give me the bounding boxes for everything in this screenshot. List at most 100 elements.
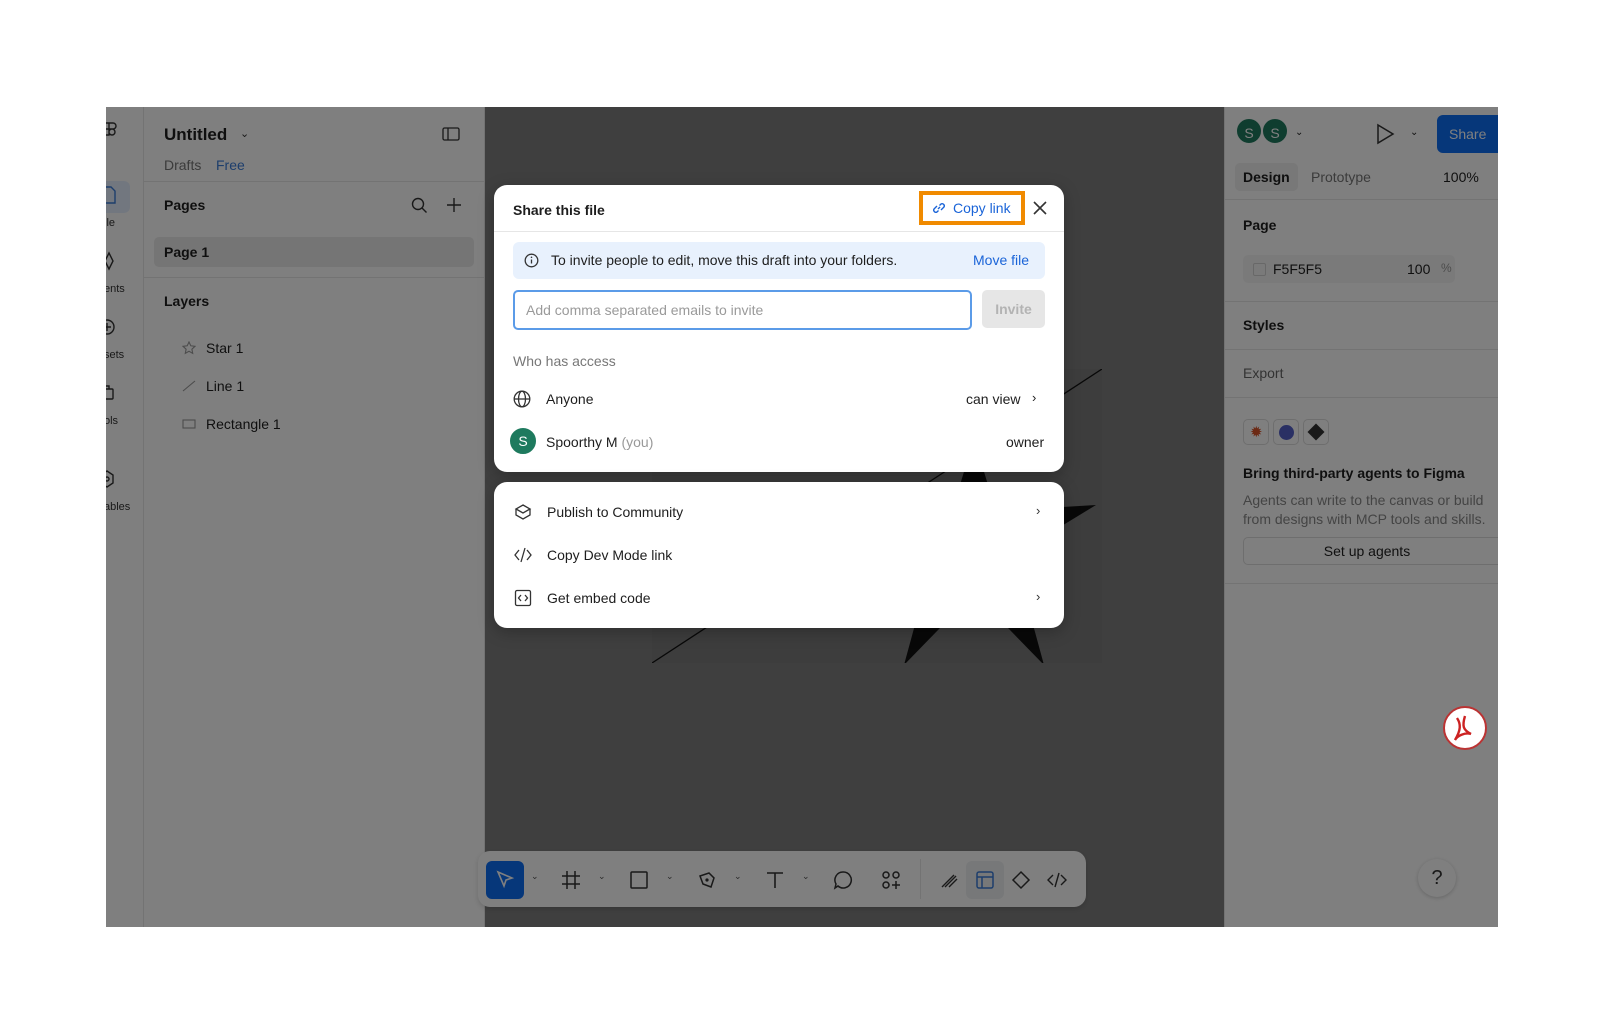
chevron-right-icon: › [1036, 589, 1041, 604]
search-icon[interactable] [411, 197, 428, 214]
components-icon [106, 251, 114, 271]
link-icon [933, 203, 945, 213]
chevron-right-icon: › [1036, 503, 1041, 518]
agent-logo-icon [1303, 419, 1329, 445]
opacity-unit: % [1441, 261, 1452, 275]
access-row-user: Spoorthy M (you) [546, 434, 653, 450]
color-swatch[interactable] [1253, 263, 1266, 276]
move-file-link[interactable]: Move file [973, 252, 1029, 268]
help-button[interactable]: ? [1418, 859, 1456, 897]
layer-item[interactable]: Line 1 [206, 378, 244, 394]
pages-title: Pages [164, 197, 206, 213]
close-icon[interactable] [1031, 199, 1049, 217]
square-icon [630, 871, 648, 889]
share-button[interactable]: Share [1437, 115, 1498, 153]
info-banner: To invite people to edit, move this draf… [513, 242, 1045, 279]
draw-mode[interactable] [930, 861, 968, 899]
avatar[interactable]: S [1261, 117, 1289, 145]
rail-label-file: ile [106, 217, 116, 229]
draw-icon [941, 874, 958, 888]
chevron-down-icon[interactable]: ⌄ [734, 871, 742, 882]
file-title[interactable]: Untitled [164, 125, 227, 145]
chevron-down-icon[interactable]: ⌄ [598, 871, 606, 882]
share-dialog: Share this file Copy link To invite peop… [494, 185, 1064, 472]
design-mode-icon [976, 871, 994, 889]
export-section-title: Export [1243, 365, 1284, 381]
pen-icon [699, 872, 715, 888]
diamond-icon [1011, 870, 1031, 890]
setup-agents-button[interactable]: Set up agents [1243, 537, 1498, 565]
plan-badge[interactable]: Free [216, 157, 245, 173]
chevron-right-icon[interactable]: › [1032, 390, 1036, 405]
access-row-anyone: Anyone [546, 391, 594, 407]
text-tool[interactable] [756, 861, 794, 899]
zoom-level[interactable]: 100% [1443, 169, 1479, 185]
pdf-extension-icon[interactable] [1443, 706, 1487, 750]
chevron-down-icon[interactable]: ⌄ [1295, 127, 1303, 138]
chevron-down-icon[interactable]: ⌄ [802, 871, 810, 882]
left-panel: Untitled ⌄ Drafts Free Pages Page 1 Laye… [144, 107, 485, 927]
design-mode[interactable] [966, 861, 1004, 899]
divider [1225, 199, 1498, 200]
publish-community-item[interactable]: Publish to Community › [494, 491, 1064, 533]
chevron-down-icon[interactable]: ⌄ [666, 871, 674, 882]
divider [144, 181, 485, 182]
menu-item-label: Copy Dev Mode link [547, 547, 673, 563]
divider [920, 859, 921, 899]
divider [1225, 301, 1498, 302]
user-suffix: (you) [621, 434, 654, 450]
chevron-down-icon[interactable]: ⌄ [240, 127, 249, 140]
invite-email-input[interactable] [513, 290, 972, 330]
move-tool[interactable] [486, 861, 524, 899]
star-icon [182, 341, 196, 355]
layer-item[interactable]: Star 1 [206, 340, 243, 356]
access-role-dropdown[interactable]: can view [966, 391, 1020, 407]
chevron-down-icon[interactable]: ⌄ [531, 871, 539, 882]
agents-title: Bring third-party agents to Figma [1243, 465, 1465, 481]
page-opacity-value[interactable]: 100 [1407, 261, 1430, 277]
agents-description: Agents can write to the canvas or build … [1243, 492, 1486, 527]
comment-icon [833, 871, 853, 890]
tab-design[interactable]: Design [1235, 163, 1298, 191]
user-name: Spoorthy M [546, 434, 618, 450]
bottom-toolbar: ⌄ ⌄ ⌄ ⌄ ⌄ [478, 851, 1086, 907]
rail-label-variables: ables [106, 501, 131, 513]
community-icon [514, 504, 532, 520]
copy-link-label: Copy link [953, 200, 1011, 216]
rail-label-assets: sets [106, 349, 125, 361]
get-embed-code-item[interactable]: Get embed code › [494, 577, 1064, 619]
prototype-mode[interactable] [1002, 861, 1040, 899]
chevron-down-icon[interactable]: ⌄ [1410, 127, 1418, 138]
copy-dev-mode-link-item[interactable]: Copy Dev Mode link [494, 534, 1064, 576]
line-icon [182, 380, 196, 392]
embed-icon [514, 589, 532, 607]
tab-prototype[interactable]: Prototype [1303, 163, 1379, 191]
divider [494, 231, 1064, 232]
variables-icon [106, 470, 114, 488]
avatar[interactable]: S [1235, 117, 1263, 145]
frame-tool[interactable] [552, 861, 590, 899]
page-color-value[interactable]: F5F5F5 [1273, 261, 1322, 277]
cursor-icon [496, 870, 515, 889]
page-item[interactable]: Page 1 [154, 237, 474, 267]
copy-link-button[interactable]: Copy link [919, 191, 1025, 225]
page-fill-field[interactable]: F5F5F5 100 % [1243, 255, 1455, 283]
figma-logo-icon[interactable] [106, 121, 118, 141]
play-icon[interactable] [1375, 123, 1395, 145]
dev-mode[interactable] [1038, 861, 1076, 899]
toolbox-icon [106, 385, 114, 400]
rail-label-tools: ols [106, 415, 119, 427]
file-icon [106, 186, 116, 204]
drafts-link[interactable]: Drafts [164, 157, 201, 173]
invite-button[interactable]: Invite [982, 290, 1045, 328]
pen-tool[interactable] [688, 861, 726, 899]
panel-toggle-icon[interactable] [442, 127, 460, 141]
add-page-icon[interactable] [446, 197, 462, 213]
layer-item[interactable]: Rectangle 1 [206, 416, 281, 432]
dialog-title: Share this file [513, 202, 605, 218]
info-text: To invite people to edit, move this draf… [551, 252, 898, 268]
rectangle-tool[interactable] [620, 861, 658, 899]
divider [1225, 583, 1498, 584]
actions-tool[interactable] [872, 861, 910, 899]
comment-tool[interactable] [824, 861, 862, 899]
